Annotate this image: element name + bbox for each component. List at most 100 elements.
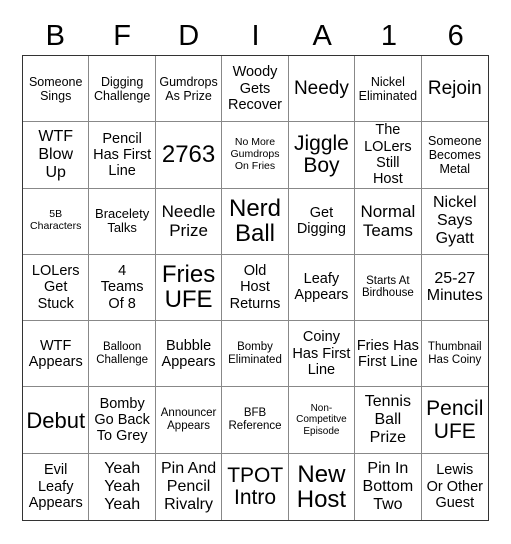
cell-text: WTF Blow Up [38, 128, 74, 181]
bingo-cell[interactable]: Coiny Has First Line [288, 321, 356, 388]
bingo-cell[interactable]: Yeah Yeah Yeah [89, 453, 156, 520]
bingo-cell[interactable]: Someone Sings [23, 56, 90, 123]
cell-text: Normal Teams [360, 202, 416, 241]
bingo-cell[interactable]: Digging Challenge [89, 56, 156, 123]
bingo-cell[interactable]: Nerd Ball [222, 188, 289, 255]
bingo-cell[interactable]: Pin And Pencil Rivalry [156, 453, 223, 520]
bingo-cell[interactable]: Bracelety Talks [89, 188, 156, 255]
bingo-cell[interactable]: 5B Characters [23, 188, 90, 255]
cell-text: Rejoin [427, 78, 482, 99]
cell-text: Pencil UFE [426, 396, 484, 444]
cell-text: Pin And Pencil Rivalry [160, 459, 217, 513]
bingo-cell[interactable]: Tennis Ball Prize [355, 387, 422, 454]
cell-text: Lewis Or Other Guest [426, 462, 483, 511]
bingo-cell[interactable]: WTF Appears [23, 321, 90, 388]
bingo-cell[interactable]: No More Gumdrops On Fries [222, 122, 289, 189]
cell-text: Pencil Has First Line [93, 130, 152, 180]
cell-text: Nickel Eliminated [358, 74, 418, 103]
bingo-cell[interactable]: 2763 [155, 122, 223, 189]
bingo-cell[interactable]: Needy [288, 56, 356, 123]
bingo-cell[interactable]: Jiggle Boy [288, 122, 356, 189]
bingo-cell[interactable]: Starts At Birdhouse [355, 254, 422, 322]
bingo-cell[interactable]: LOLers Get Stuck [23, 254, 90, 322]
bingo-cell[interactable]: Pencil Has First Line [89, 122, 156, 189]
bingo-cell[interactable]: Pencil UFE [421, 387, 488, 454]
cell-text: Leafy Appears [294, 271, 349, 304]
cell-text: Thumbnail Has Coiny [427, 340, 482, 366]
bingo-cell[interactable]: Balloon Challenge [89, 321, 156, 388]
bingo-cell[interactable]: Fries Has First Line [355, 321, 422, 388]
cell-text: 5B Characters [30, 208, 82, 233]
bingo-cell[interactable]: Needle Prize [155, 188, 223, 255]
cell-text: Gumdrops As Prize [159, 74, 218, 103]
cell-text: 2763 [161, 141, 216, 169]
cell-text: Debut [26, 407, 86, 433]
bingo-cell[interactable]: Fries UFE [155, 254, 223, 322]
bingo-cell[interactable]: 4 Teams Of 8 [89, 254, 156, 322]
cell-text: Nickel Says Gyatt [433, 194, 477, 248]
bingo-cell[interactable]: Get Digging [288, 188, 356, 255]
header-letter: B [45, 20, 66, 52]
bingo-cell[interactable]: Bomby Go Back To Grey [89, 387, 156, 454]
cell-text: Woody Gets Recover [228, 64, 282, 113]
bingo-cell[interactable]: WTF Blow Up [23, 122, 90, 189]
bingo-cell[interactable]: Gumdrops As Prize [155, 56, 223, 123]
bingo-cell[interactable]: Nickel Says Gyatt [421, 189, 488, 255]
bingo-header: B F D I A 1 6 [22, 18, 489, 55]
header-letter: I [251, 20, 260, 52]
cell-text: 4 Teams Of 8 [100, 263, 144, 312]
cell-text: Tennis Ball Prize [364, 393, 411, 447]
bingo-cell[interactable]: Woody Gets Recover [222, 56, 289, 123]
cell-text: Fries Has First Line [356, 337, 419, 370]
cell-text: Old Host Returns [229, 263, 281, 312]
cell-text: BFB Reference [228, 407, 282, 433]
bingo-cell[interactable]: Someone Becomes Metal [421, 122, 488, 189]
cell-text: Bomby Go Back To Grey [94, 395, 150, 445]
bingo-cell[interactable]: Lewis Or Other Guest [422, 454, 488, 520]
cell-text: Coiny Has First Line [292, 329, 351, 378]
cell-text: New Host [296, 460, 347, 513]
bingo-cell[interactable]: Non-Competitve Episode [288, 387, 356, 454]
cell-text: Bomby Eliminated [228, 340, 282, 366]
bingo-cell[interactable]: New Host [289, 453, 356, 520]
bingo-cell[interactable]: Pin In Bottom Two [355, 453, 422, 520]
bingo-board: Someone Sings Digging Challenge Gumdrops… [22, 55, 489, 521]
cell-text: Nerd Ball [228, 195, 282, 248]
cell-text: Needy [293, 78, 349, 99]
cell-text: Jiggle Boy [293, 131, 349, 177]
bingo-cell[interactable]: BFB Reference [222, 387, 289, 454]
cell-text: WTF Appears [28, 337, 83, 370]
header-letter: F [113, 20, 131, 52]
cell-text: Needle Prize [161, 202, 216, 241]
header-letter: 1 [380, 20, 397, 52]
header-letter: D [178, 20, 200, 52]
bingo-cell[interactable]: 25-27 Minutes [421, 255, 488, 322]
cell-text: Evil Leafy Appears [28, 462, 83, 511]
bingo-cell[interactable]: Leafy Appears [288, 254, 356, 322]
bingo-cell[interactable]: Evil Leafy Appears [23, 453, 90, 520]
bingo-cell[interactable]: Old Host Returns [222, 254, 289, 322]
cell-text: Starts At Birdhouse [361, 274, 414, 300]
cell-text: Pin In Bottom Two [362, 459, 414, 513]
header-letter: 6 [447, 20, 464, 52]
bingo-cell[interactable]: Debut [23, 387, 90, 454]
cell-text: Someone Sings [28, 74, 83, 103]
bingo-cell[interactable]: Bomby Eliminated [222, 321, 289, 388]
cell-text: Fries UFE [161, 261, 216, 314]
bingo-cell[interactable]: TPOT Intro [222, 453, 289, 520]
cell-text: The LOLers Still Host [364, 122, 412, 188]
bingo-cell[interactable]: Bubble Appears [155, 321, 223, 388]
bingo-cell[interactable]: The LOLers Still Host [355, 122, 422, 189]
bingo-cell[interactable]: Announcer Appears [155, 387, 223, 454]
cell-text: No More Gumdrops On Fries [230, 136, 280, 172]
cell-text: Bubble Appears [161, 337, 216, 370]
cell-text: Balloon Challenge [96, 340, 149, 366]
cell-text: Digging Challenge [93, 74, 151, 103]
bingo-cell[interactable]: Nickel Eliminated [355, 56, 422, 123]
bingo-cell[interactable]: Rejoin [421, 56, 488, 123]
bingo-cell[interactable]: Thumbnail Has Coiny [421, 321, 488, 388]
cell-text: Announcer Appears [160, 407, 217, 433]
bingo-cell[interactable]: Normal Teams [355, 188, 422, 255]
cell-text: Yeah Yeah Yeah [104, 459, 141, 513]
cell-text: 25-27 Minutes [426, 269, 483, 305]
